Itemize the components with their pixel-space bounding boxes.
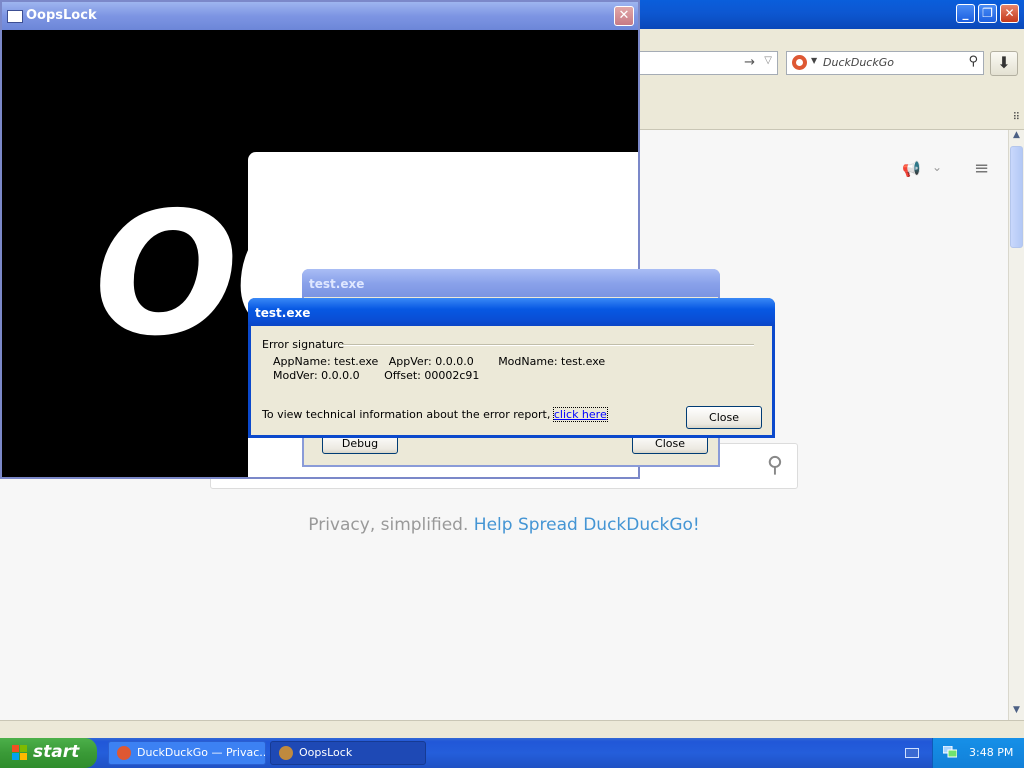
search-placeholder: DuckDuckGo [823,56,894,69]
error-dialog-back-titlebar[interactable]: test.exe [302,269,720,297]
megaphone-icon[interactable]: 📢 [902,160,921,178]
scroll-down-icon[interactable]: ▼ [1009,705,1024,720]
close-button[interactable]: ✕ [1000,4,1019,23]
maximize-button[interactable]: ❐ [978,4,997,23]
oopslock-icon [279,746,293,760]
duckduckgo-engine-icon[interactable] [792,55,807,70]
go-arrow-icon[interactable]: → [744,55,755,70]
search-icon[interactable]: ⚲ [968,54,978,69]
technical-info-text: To view technical information about the … [262,408,554,421]
dialog-title: test.exe [309,277,365,291]
windows-flag-icon [12,745,28,761]
technical-info: To view technical information about the … [262,407,608,422]
error-signature-label: Error signature [262,338,345,351]
engine-dropdown-icon[interactable]: ▼ [811,56,817,65]
download-button[interactable]: ⬇ [990,51,1018,76]
oopslock-title: OopsLock [26,8,97,23]
error-dialog-titlebar[interactable]: test.exe [248,298,775,326]
keyboard-icon[interactable] [905,748,919,758]
start-label: start [33,742,80,762]
vertical-scrollbar[interactable]: ▲ ▼ [1008,130,1024,720]
dialog-title: test.exe [255,306,311,320]
search-bar[interactable]: ▼ DuckDuckGo ⚲ [786,51,984,75]
group-divider [339,344,754,346]
oopslock-titlebar[interactable]: OopsLock ✕ [2,2,638,30]
spread-link[interactable]: Help Spread DuckDuckGo! [474,515,700,535]
start-button[interactable]: start [0,738,97,768]
window-icon [7,10,23,23]
network-icon[interactable] [943,746,957,758]
minimize-button[interactable]: _ [956,4,975,23]
url-dropdown-icon[interactable]: ▽ [764,55,772,66]
tagline-text: Privacy, simplified. [308,515,474,535]
clock[interactable]: 3:48 PM [969,746,1013,759]
chevron-down-icon[interactable]: ⌄ [932,160,942,174]
taskbar-item-oopslock[interactable]: OopsLock [270,741,426,765]
signature-line-1: AppName: test.exe AppVer: 0.0.0.0 ModNam… [273,355,606,368]
scroll-thumb[interactable] [1010,146,1023,248]
resize-grip-icon: ⠿ [1012,112,1020,123]
error-dialog: test.exe Error signature AppName: test.e… [248,298,775,438]
taskbar-item-duckduckgo[interactable]: DuckDuckGo — Privac... [108,741,266,765]
signature-line-2: ModVer: 0.0.0.0 Offset: 00002c91 [273,369,480,382]
scroll-up-icon[interactable]: ▲ [1009,130,1024,145]
close-button[interactable]: Close [686,406,762,429]
click-here-link[interactable]: click here [552,407,608,422]
ddg-tagline: Privacy, simplified. Help Spread DuckDuc… [0,515,1008,535]
task-label: DuckDuckGo — Privac... [137,746,266,759]
firefox-icon [117,746,131,760]
oopslock-close-button[interactable]: ✕ [614,6,634,26]
search-icon[interactable]: ⚲ [767,453,783,478]
system-tray: 3:48 PM [932,738,1024,768]
taskbar: start DuckDuckGo — Privac... OopsLock 3:… [0,738,1024,768]
status-bar [0,720,1024,739]
menu-icon[interactable]: ≡ [974,158,989,179]
task-label: OopsLock [299,746,353,759]
